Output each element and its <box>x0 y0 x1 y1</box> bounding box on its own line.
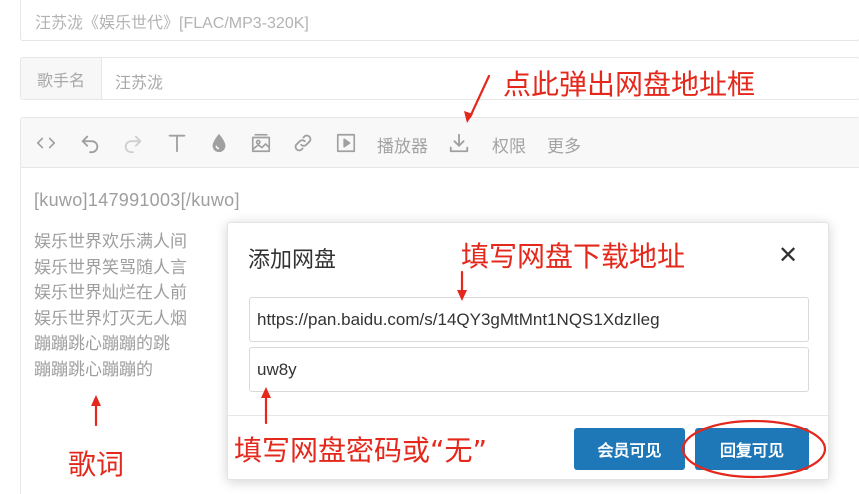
title-field[interactable]: 汪苏泷《娱乐世代》[FLAC/MP3-320K] <box>20 0 859 41</box>
lyric-line: 娱乐世界灿烂在人前 <box>34 283 187 302</box>
code-icon[interactable] <box>35 131 57 155</box>
player-button[interactable]: 播放器 <box>377 132 428 156</box>
title-value: 汪苏泷《娱乐世代》[FLAC/MP3-320K] <box>35 15 309 32</box>
annotation-fill-password: 填写网盘密码或“无” <box>234 434 488 467</box>
annotation-click-here: 点此弹出网盘地址框 <box>503 68 756 101</box>
close-icon[interactable]: ✕ <box>776 241 800 269</box>
video-icon[interactable] <box>335 131 357 155</box>
color-drop-icon[interactable] <box>208 131 230 155</box>
undo-icon[interactable] <box>79 131 101 155</box>
redo-icon[interactable] <box>122 131 144 155</box>
link-icon[interactable] <box>292 131 314 155</box>
editor-toolbar: 播放器 权限 更多 <box>21 118 859 168</box>
kuwo-tag: [kuwo]147991003[/kuwo] <box>34 190 240 210</box>
singer-input[interactable]: 汪苏泷 <box>115 69 163 93</box>
reply-visible-button[interactable]: 回复可见 <box>695 428 809 470</box>
annotation-lyrics: 歌词 <box>68 448 125 481</box>
netdisk-url-input[interactable] <box>249 297 809 342</box>
singer-label: 歌手名 <box>21 58 102 99</box>
image-icon[interactable] <box>250 131 272 155</box>
lyric-line: 蹦蹦跳心蹦蹦的 <box>34 359 153 379</box>
lyric-line: 娱乐世界灯灭无人烟 <box>34 308 187 328</box>
editor-content[interactable]: [kuwo]147991003[/kuwo] 娱乐世界欢乐满人间 娱乐世界笑骂随… <box>34 190 240 382</box>
member-visible-button[interactable]: 会员可见 <box>574 428 685 470</box>
text-format-icon[interactable] <box>166 131 188 155</box>
lyric-line: 娱乐世界欢乐满人间 <box>34 232 187 251</box>
annotation-fill-url: 填写网盘下载地址 <box>461 240 686 273</box>
download-icon[interactable] <box>448 131 470 155</box>
lyric-line: 娱乐世界笑骂随人言 <box>34 257 187 277</box>
netdisk-password-input[interactable] <box>249 347 809 392</box>
more-button[interactable]: 更多 <box>547 132 581 156</box>
lyric-line: 蹦蹦跳心蹦蹦的跳 <box>34 334 170 353</box>
dialog-divider <box>228 415 828 416</box>
permission-button[interactable]: 权限 <box>492 132 526 156</box>
dialog-title: 添加网盘 <box>248 247 337 272</box>
